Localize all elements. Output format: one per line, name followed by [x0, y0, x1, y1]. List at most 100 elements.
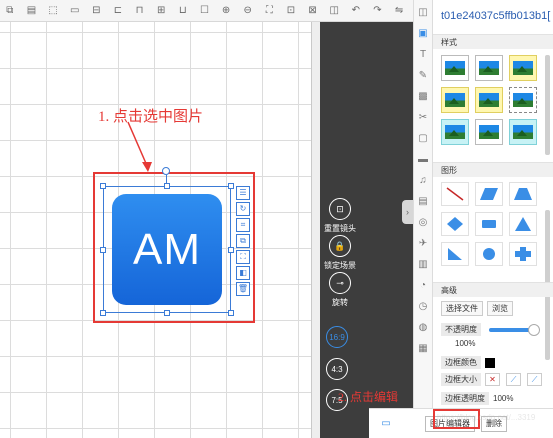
- no-border-icon[interactable]: ✕: [485, 373, 500, 386]
- resize-handle-se[interactable]: [228, 310, 234, 316]
- border-color-label: 边框颜色: [441, 356, 481, 369]
- trash-icon[interactable]: 🗑: [236, 282, 250, 296]
- film-icon[interactable]: ▤: [414, 192, 432, 210]
- paste-icon[interactable]: ▤: [24, 3, 40, 19]
- style-thumb-3[interactable]: [509, 55, 537, 81]
- resize-handle-e[interactable]: [228, 247, 234, 253]
- file-row: 选择文件 浏览: [441, 301, 517, 316]
- am-logo-image[interactable]: AM: [112, 194, 222, 305]
- lock-scene-control[interactable]: 🔒 锁定场景: [324, 235, 356, 271]
- rotate-label: 旋转: [332, 298, 348, 307]
- reset-view-control[interactable]: ⊡ 重置镜头: [324, 198, 356, 234]
- diamond-shape-icon[interactable]: [441, 212, 469, 236]
- flip-icon[interactable]: ⇋: [391, 3, 407, 19]
- trapezoid-shape-icon[interactable]: [509, 182, 537, 206]
- parallelogram-shape-icon[interactable]: [475, 182, 503, 206]
- resize-handle-w[interactable]: [100, 247, 106, 253]
- style-thumb-7[interactable]: [441, 119, 469, 145]
- style-thumb-8[interactable]: [475, 119, 503, 145]
- zoom-in-icon[interactable]: ⊕: [218, 3, 234, 19]
- rectangle-shape-icon[interactable]: [475, 212, 503, 236]
- undo-icon[interactable]: ↶: [348, 3, 364, 19]
- adjust-icon[interactable]: ☰: [236, 186, 250, 200]
- frame-icon[interactable]: ⬚: [45, 3, 61, 19]
- border-opacity-row: 边框透明度 100%: [441, 392, 513, 405]
- resize-handle-n[interactable]: [164, 183, 170, 189]
- triangle-shape-icon[interactable]: [509, 212, 537, 236]
- brush-icon[interactable]: ✎: [414, 66, 432, 84]
- line-shape-icon[interactable]: [441, 182, 469, 206]
- border-size-row: 边框大小 ✕ ⟋ ⟋: [441, 373, 548, 386]
- panel-title: t01e24037c5ffb013b1[: [441, 10, 551, 22]
- text-icon[interactable]: T: [414, 45, 432, 63]
- thin-border-icon[interactable]: ⟋: [506, 373, 521, 386]
- align-bottom-icon[interactable]: ⊔: [175, 3, 191, 19]
- style-section-header: 样式: [433, 34, 553, 49]
- style-thumb-2[interactable]: [475, 55, 503, 81]
- drop-icon[interactable]: ◍: [414, 318, 432, 336]
- screen-icon[interactable]: ▭: [379, 417, 393, 431]
- music-icon[interactable]: ♫: [414, 171, 432, 189]
- right-triangle-shape-icon[interactable]: [441, 242, 469, 266]
- opacity-slider[interactable]: [489, 323, 540, 336]
- resize-handle-s[interactable]: [164, 310, 170, 316]
- style-thumb-9[interactable]: [509, 119, 537, 145]
- folder-icon[interactable]: ▬: [414, 150, 432, 168]
- unlink-icon[interactable]: ⊠: [305, 3, 321, 19]
- thick-border-icon[interactable]: ⟋: [527, 373, 542, 386]
- distribute-icon[interactable]: ☐: [197, 3, 213, 19]
- reset-view-icon[interactable]: ⊡: [329, 198, 351, 220]
- align-center-icon[interactable]: ⊟: [89, 3, 105, 19]
- fit-icon[interactable]: ⛶: [262, 3, 278, 19]
- style-thumb-6[interactable]: [509, 87, 537, 113]
- align-top-icon[interactable]: ⊓: [132, 3, 148, 19]
- layer-order-icon[interactable]: ◧: [236, 266, 250, 280]
- rotate-icon[interactable]: ↻: [236, 202, 250, 216]
- ratio-4-3-button[interactable]: 4:3: [326, 358, 348, 380]
- align-right-icon[interactable]: ⊏: [110, 3, 126, 19]
- redo-icon[interactable]: ↷: [370, 3, 386, 19]
- resize-handle-ne[interactable]: [228, 183, 234, 189]
- fullscreen-icon[interactable]: ⛶: [236, 250, 250, 264]
- ratio-16-9-button[interactable]: 16:9: [326, 326, 348, 348]
- comment-icon[interactable]: ▢: [414, 129, 432, 147]
- chart-icon[interactable]: ▥: [414, 255, 432, 273]
- gallery-icon[interactable]: ▦: [414, 339, 432, 357]
- cross-shape-icon[interactable]: [509, 242, 537, 266]
- link-icon[interactable]: ⊡: [283, 3, 299, 19]
- opacity-value: 100%: [455, 339, 476, 348]
- resize-handle-sw[interactable]: [100, 310, 106, 316]
- layers-icon[interactable]: ◫: [414, 3, 432, 21]
- rotate-handle[interactable]: [162, 167, 170, 175]
- lock-scene-label: 锁定场景: [324, 261, 356, 270]
- collapse-panel-icon[interactable]: ›: [402, 200, 413, 224]
- style-thumb-4[interactable]: [441, 87, 469, 113]
- pie-icon[interactable]: ◔: [414, 276, 432, 294]
- browse-button[interactable]: 浏览: [487, 301, 513, 316]
- align-middle-icon[interactable]: ⊞: [153, 3, 169, 19]
- picture-edit-icon[interactable]: ▩: [414, 87, 432, 105]
- style-thumb-5[interactable]: [475, 87, 503, 113]
- border-color-swatch[interactable]: [485, 357, 495, 368]
- opacity-label: 不透明度: [441, 323, 481, 336]
- resize-handle-nw[interactable]: [100, 183, 106, 189]
- watermark-text: https://blog.csdn.net/...3319: [437, 413, 536, 422]
- circle-shape-icon[interactable]: [475, 242, 503, 266]
- style-thumb-1[interactable]: [441, 55, 469, 81]
- plane-icon[interactable]: ✈: [414, 234, 432, 252]
- lock-icon[interactable]: 🔒: [329, 235, 351, 257]
- layer-icon[interactable]: ◫: [326, 3, 342, 19]
- clock-icon[interactable]: ◷: [414, 297, 432, 315]
- crop-icon[interactable]: ⌗: [236, 218, 250, 232]
- image-icon[interactable]: ▣: [414, 24, 432, 42]
- choose-file-button[interactable]: 选择文件: [441, 301, 483, 316]
- compass-icon[interactable]: ◎: [414, 213, 432, 231]
- style-scrollbar[interactable]: [545, 55, 550, 155]
- duplicate-icon[interactable]: ⧉: [236, 234, 250, 248]
- rotate-dial-icon[interactable]: ⊸: [329, 272, 351, 294]
- tools-icon[interactable]: ✂: [414, 108, 432, 126]
- zoom-out-icon[interactable]: ⊖: [240, 3, 256, 19]
- copy-icon[interactable]: ⧉: [2, 3, 18, 19]
- align-left-icon[interactable]: ▭: [67, 3, 83, 19]
- rotate-control[interactable]: ⊸ 旋转: [325, 272, 355, 308]
